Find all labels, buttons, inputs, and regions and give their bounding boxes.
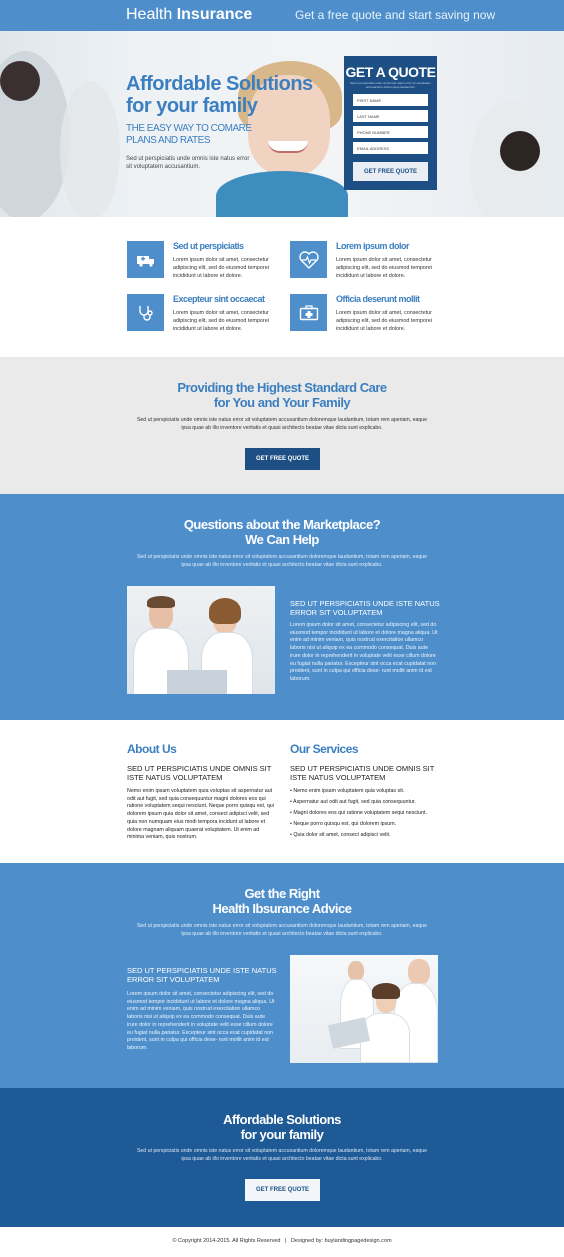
ambulance-icon [127, 241, 164, 278]
logo-bold-text: Insurance [176, 6, 253, 23]
doctor-face [408, 959, 430, 985]
doctors-photo [127, 586, 275, 694]
top-bar: Health Insurance Get a free quote and st… [0, 0, 564, 31]
service-text: Aspernatur aut odit aut fugit, sed quia … [293, 799, 416, 805]
about-text: Nemo enim ipsam voluptatem quia voluptas… [127, 788, 274, 841]
feature-text: Lorem ipsum dolor sit amet, consectetur … [173, 310, 269, 332]
doctor-face [348, 961, 364, 981]
first-name-input[interactable] [353, 94, 428, 106]
nurse-smile [268, 141, 308, 153]
services-list-item: • Magni dolores eos qui ratione voluptat… [290, 810, 428, 816]
final-cta-section: Affordable Solutions for your family Sed… [0, 1088, 564, 1227]
hero-subtitle: THE EASY WAY TO COMARE PLANS AND RATES [126, 123, 252, 146]
get-free-quote-button[interactable]: GET FREE QUOTE [353, 162, 428, 181]
advice-title: Get the Right Health Ibsurance Advice [0, 886, 564, 916]
logo[interactable]: Health Insurance [126, 6, 252, 24]
final-cta-title-line2: for your family [240, 1127, 324, 1142]
get-free-quote-button[interactable]: GET FREE QUOTE [245, 448, 320, 470]
advice-caption-text: Lorem ipsum dolor sit amet, consectetur … [127, 991, 275, 1051]
quote-form: GET A QUOTE Sed ut perspiciatis unde omn… [344, 56, 437, 190]
email-input[interactable] [353, 142, 428, 154]
feature-item: Excepteur sint occaecat Lorem ipsum dolo… [127, 294, 277, 344]
feature-title: Lorem ipsum dolor [336, 241, 410, 251]
feature-title: Excepteur sint occaecat [173, 294, 265, 304]
marketplace-caption-text: Lorem ipsum dolor sit amet, consectetur … [290, 622, 438, 682]
final-cta-title-line1: Affordable Solutions [223, 1112, 341, 1127]
standard-care-title: Providing the Highest Standard Care for … [0, 380, 564, 410]
about-title: About Us [127, 742, 177, 756]
marketplace-title-line1: Questions about the Marketplace? [183, 517, 381, 532]
marketplace-title: Questions about the Marketplace? We Can … [0, 517, 564, 547]
logo-light-text: Health [126, 6, 177, 23]
service-text: Quia dolor sit amet, consect adipisci ve… [293, 832, 391, 838]
services-subtitle: SED UT PERSPICIATIS UNDE OMNIS SIT ISTE … [290, 764, 435, 782]
final-cta-title: Affordable Solutions for your family [0, 1112, 564, 1142]
marketplace-title-line2: We Can Help [245, 532, 319, 547]
doctor-hair [209, 598, 241, 624]
feature-text: Lorem ipsum dolor sit amet, consectetur … [336, 257, 432, 279]
feature-item: Officia deserunt mollit Lorem ipsum dolo… [290, 294, 440, 344]
standard-care-title-line2: for You and Your Family [213, 395, 351, 410]
advice-section: Get the Right Health Ibsurance Advice Se… [0, 863, 564, 1088]
service-text: Nemo enim ipsam voluptatem quia voluptas… [293, 788, 405, 794]
advice-title-line2: Health Ibsurance Advice [212, 901, 352, 916]
background-nurse-hair [500, 131, 540, 171]
standard-care-section: Providing the Highest Standard Care for … [0, 357, 564, 494]
footer-separator: | [284, 1238, 287, 1244]
last-name-input[interactable] [353, 110, 428, 122]
marketplace-description: Sed ut perspiciatis unde omnis iste natu… [136, 554, 428, 568]
standard-care-description: Sed ut perspiciatis unde omnis iste natu… [136, 417, 428, 431]
hero-section: Affordable Solutions for your family THE… [0, 31, 564, 217]
service-text: Neque porro quisqu est, qui dolorem ipsu… [293, 821, 397, 827]
background-doctor-middle [60, 81, 120, 217]
doctors-photo [290, 955, 438, 1063]
heartbeat-icon [290, 241, 327, 278]
about-subtitle: SED UT PERSPICIATIS UNDE OMNIS SIT ISTE … [127, 764, 272, 782]
phone-input[interactable] [353, 126, 428, 138]
footer: © Copyright 2014-2015. All Rights Reserv… [0, 1227, 564, 1257]
services-list-item: • Aspernatur aut odit aut fugit, sed qui… [290, 799, 416, 805]
features-section: Sed ut perspiciatis Lorem ipsum dolor si… [0, 217, 564, 357]
service-text: Magni dolores eos qui ratione voluptatem… [293, 810, 428, 816]
feature-text: Lorem ipsum dolor sit amet, consectetur … [336, 310, 432, 332]
hero-title: Affordable Solutions for your family [126, 73, 313, 117]
feature-text: Lorem ipsum dolor sit amet, consectetur … [173, 257, 269, 279]
stethoscope-icon [127, 294, 164, 331]
standard-care-title-line1: Providing the Highest Standard Care [177, 380, 387, 395]
header-tagline: Get a free quote and start saving now [295, 8, 496, 22]
final-cta-description: Sed ut perspiciatis unde omnis iste natu… [136, 1148, 428, 1162]
hero-description: Sed ut perspiciatis unde omnis iste natu… [126, 156, 250, 170]
copyright-text: © Copyright 2014-2015. All Rights Reserv… [172, 1238, 281, 1244]
services-list-item: • Neque porro quisqu est, qui dolorem ip… [290, 821, 397, 827]
marketplace-caption-title: SED UT PERSPICIATIS UNDE ISTE NATUS ERRO… [290, 599, 440, 617]
advice-description: Sed ut perspiciatis unde omnis iste natu… [136, 923, 428, 937]
services-title: Our Services [290, 742, 359, 756]
marketplace-section: Questions about the Marketplace? We Can … [0, 494, 564, 720]
background-doctor-hair [0, 61, 40, 101]
feature-item: Lorem ipsum dolor Lorem ipsum dolor sit … [290, 241, 440, 291]
advice-title-line1: Get the Right [244, 886, 320, 901]
feature-item: Sed ut perspiciatis Lorem ipsum dolor si… [127, 241, 277, 291]
laptop [167, 670, 227, 694]
medical-kit-icon [290, 294, 327, 331]
doctor-hair [372, 983, 400, 999]
about-services-section: About Us SED UT PERSPICIATIS UNDE OMNIS … [0, 720, 564, 863]
get-free-quote-button[interactable]: GET FREE QUOTE [245, 1179, 320, 1201]
designer-credit-link[interactable]: Designed by: buylandingpagedesign.com [291, 1238, 392, 1244]
services-list: • Nemo enim ipsam voluptatem quia volupt… [290, 786, 440, 841]
doctor-hair [147, 596, 175, 608]
advice-caption-title: SED UT PERSPICIATIS UNDE ISTE NATUS ERRO… [127, 966, 277, 984]
services-list-item: • Quia dolor sit amet, consect adipisci … [290, 832, 391, 838]
nurse-uniform [216, 171, 348, 217]
feature-title: Sed ut perspiciatis [173, 241, 244, 251]
services-list-item: • Nemo enim ipsam voluptatem quia volupt… [290, 788, 405, 794]
quote-form-title: GET A QUOTE [345, 64, 436, 80]
feature-title: Officia deserunt mollit [336, 294, 420, 304]
quote-form-subtitle: Sed ut perspiciatis unde omnis iste natu… [349, 81, 432, 89]
